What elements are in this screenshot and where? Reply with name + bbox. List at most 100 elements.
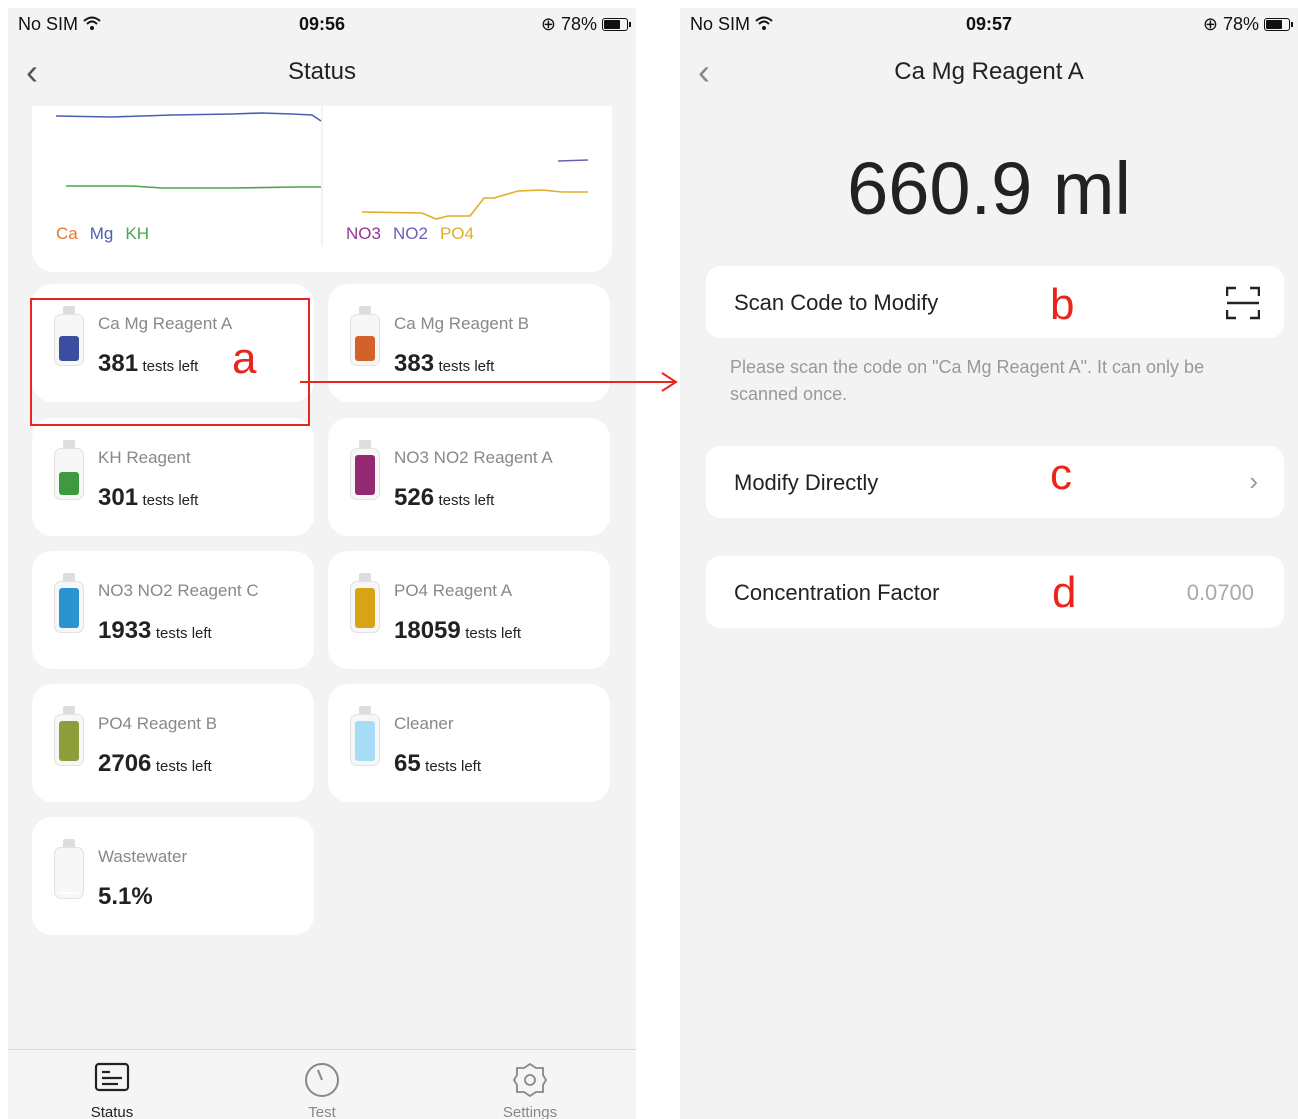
reagent-name: NO3 NO2 Reagent A — [394, 448, 553, 467]
legend-kh: KH — [125, 224, 149, 243]
bottle-body — [350, 581, 380, 633]
reagent-count: 526 tests left — [394, 484, 494, 512]
battery-percent: 78% — [1222, 14, 1259, 34]
concentration-factor-label: Concentration Factor — [734, 580, 940, 605]
status-screen: No SIM 09:56 ⊕ 78% ‹ Status Ca Mg KH NO3… — [8, 8, 636, 1119]
battery-icon — [602, 18, 631, 31]
scan-hint: Please scan the code on "Ca Mg Reagent A… — [730, 357, 1205, 404]
timer-icon — [262, 1062, 382, 1098]
reagent-card[interactable]: PO4 Reagent A 18059 tests left — [328, 551, 610, 669]
tab-test[interactable]: Test — [262, 1062, 382, 1119]
modify-directly-row[interactable]: Modify Directly › — [706, 446, 1284, 518]
reagent-count-value: 65 — [394, 750, 421, 777]
reagent-count-unit: tests left — [155, 625, 212, 642]
rotation-lock-icon: ⊕ — [1202, 14, 1218, 34]
reagent-count: 18059 tests left — [394, 617, 521, 645]
scan-icon[interactable] — [1225, 286, 1261, 325]
reagent-count: 2706 tests left — [98, 750, 212, 778]
bottle-icon — [350, 306, 380, 366]
bottle-icon — [350, 706, 380, 766]
reagent-name: PO4 Reagent B — [98, 714, 218, 733]
bottle-fill-level — [59, 588, 79, 628]
trend-charts — [55, 106, 589, 246]
tab-status[interactable]: Status — [52, 1062, 172, 1119]
rotation-lock-icon: ⊕ — [540, 14, 556, 34]
nav-bar: ‹ Ca Mg Reagent A — [680, 48, 1298, 100]
bottle-fill-level — [355, 336, 375, 361]
bottle-fill-level — [59, 892, 79, 894]
bottle-fill-level — [355, 721, 375, 761]
reagent-card[interactable]: Cleaner 65 tests left — [328, 684, 610, 802]
bottle-body — [54, 448, 84, 500]
no2-trend-line — [557, 159, 589, 162]
mg-trend-line — [55, 112, 322, 122]
reagent-card[interactable]: KH Reagent 301 tests left — [32, 418, 314, 536]
gear-icon — [470, 1062, 590, 1098]
legend-mg: Mg — [89, 224, 114, 243]
reagent-name: Cleaner — [394, 714, 454, 733]
reagent-name: Wastewater — [98, 847, 188, 866]
reagent-count: 5.1% — [98, 883, 153, 911]
reagent-name: KH Reagent — [98, 448, 191, 467]
tab-settings[interactable]: Settings — [470, 1062, 590, 1119]
bottle-icon — [54, 706, 84, 766]
chevron-right-icon: › — [1249, 466, 1258, 496]
battery-status: ⊕ 78% — [1202, 14, 1293, 35]
bottle-body — [54, 581, 84, 633]
annotation-d: d — [1052, 568, 1077, 617]
battery-icon — [1264, 18, 1293, 31]
bottle-icon — [350, 440, 380, 500]
concentration-factor-row[interactable]: Concentration Factor 0.0700 — [706, 556, 1284, 628]
reagent-count-value: 526 — [394, 484, 435, 511]
scan-code-label: Scan Code to Modify — [734, 290, 939, 315]
bottle-body — [350, 314, 380, 366]
page-title: Status — [287, 58, 357, 85]
reagent-name: Ca Mg Reagent B — [394, 314, 530, 333]
tab-status-label: Status — [90, 1104, 134, 1119]
legend-no3: NO3 — [346, 224, 381, 243]
annotation-c: c — [1050, 450, 1072, 499]
bottle-body — [350, 448, 380, 500]
bottle-body — [350, 714, 380, 766]
po4-trend-line — [361, 189, 588, 220]
bottle-body — [54, 847, 84, 899]
flow-arrow — [300, 372, 678, 392]
reagent-card[interactable]: NO3 NO2 Reagent A 526 tests left — [328, 418, 610, 536]
reagent-detail-screen: No SIM 09:57 ⊕ 78% ‹ Ca Mg Reagent A 660… — [680, 8, 1298, 1119]
tab-bar: Status Test Settings — [8, 1049, 636, 1119]
bottle-body — [54, 714, 84, 766]
modify-directly-label: Modify Directly — [734, 470, 879, 495]
legend-po4: PO4 — [439, 224, 474, 243]
reagent-count-value: 5.1% — [98, 883, 153, 910]
annotation-a: a — [232, 334, 257, 383]
page-title: Ca Mg Reagent A — [894, 58, 1084, 85]
trend-chart-card[interactable]: Ca Mg KH NO3 NO2 PO4 — [32, 106, 612, 272]
tab-settings-label: Settings — [502, 1104, 558, 1119]
reagent-count-value: 2706 — [98, 750, 152, 777]
reagent-count-unit: tests left — [155, 758, 212, 775]
tab-test-label: Test — [308, 1104, 336, 1119]
bottle-icon — [54, 839, 84, 899]
reagent-card[interactable]: Wastewater 5.1% — [32, 817, 314, 935]
highlight-box — [30, 298, 310, 426]
reagent-count-value: 301 — [98, 484, 139, 511]
bottle-icon — [54, 573, 84, 633]
bottle-icon — [350, 573, 380, 633]
reagent-count: 65 tests left — [394, 750, 481, 778]
reagent-count-unit: tests left — [438, 492, 495, 509]
reagent-count: 1933 tests left — [98, 617, 212, 645]
legend-ca: Ca — [56, 224, 78, 243]
bottle-icon — [54, 440, 84, 500]
nav-bar: ‹ Status — [8, 48, 636, 100]
battery-percent: 78% — [560, 14, 597, 34]
status-bar: No SIM 09:56 ⊕ 78% — [8, 8, 636, 42]
legend-left: Ca Mg KH — [56, 224, 149, 244]
reagent-name: NO3 NO2 Reagent C — [98, 581, 259, 600]
remaining-volume: 660.9 ml — [847, 147, 1131, 230]
scan-code-row[interactable]: Scan Code to Modify — [706, 266, 1284, 338]
status-bar: No SIM 09:57 ⊕ 78% — [680, 8, 1298, 42]
reagent-card[interactable]: PO4 Reagent B 2706 tests left — [32, 684, 314, 802]
reagent-card[interactable]: NO3 NO2 Reagent C 1933 tests left — [32, 551, 314, 669]
concentration-factor-value: 0.0700 — [1186, 580, 1254, 605]
battery-status: ⊕ 78% — [540, 14, 631, 35]
